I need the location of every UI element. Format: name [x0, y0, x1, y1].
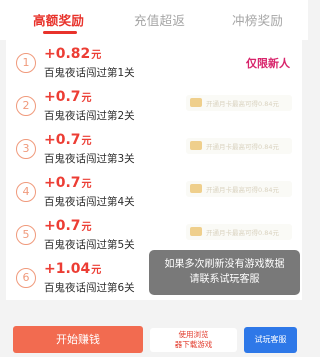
- toast-line-2: 请联系试玩客服: [189, 274, 260, 285]
- tab-bar: 高额奖励 充值超返 冲榜奖励: [0, 0, 308, 40]
- reward-description: 百鬼夜话闯过第3关: [44, 153, 135, 165]
- reward-description: 百鬼夜话闯过第6关: [44, 282, 135, 294]
- step-number: 3: [16, 139, 36, 159]
- monthly-card-hint[interactable]: 开通月卡最高可得0.84元: [186, 138, 292, 154]
- reward-amount-value: +1.04: [44, 261, 91, 277]
- reward-amount: +0.82元: [44, 46, 101, 62]
- tab-ranking-reward[interactable]: 冲榜奖励: [232, 10, 283, 29]
- step-number: 1: [16, 53, 36, 73]
- monthly-card-hint[interactable]: 开通月卡最高可得0.84元: [186, 95, 292, 111]
- monthly-card-hint-text: 开通月卡最高可得0.84元: [206, 143, 279, 151]
- monthly-card-hint[interactable]: 开通月卡最高可得0.84元: [186, 181, 292, 197]
- reward-amount-value: +0.7: [44, 89, 81, 105]
- reward-amount: +0.7元: [44, 218, 92, 234]
- browser-download-button[interactable]: 使用浏览 器下载游戏: [150, 328, 237, 352]
- reward-amount: +0.7元: [44, 89, 92, 105]
- reward-amount-unit: 元: [91, 50, 102, 61]
- start-earning-button[interactable]: 开始赚钱: [13, 326, 143, 353]
- tab-high-reward[interactable]: 高额奖励: [33, 10, 84, 29]
- gamepad-icon: [190, 98, 202, 107]
- reward-description: 百鬼夜话闯过第4关: [44, 196, 135, 208]
- gamepad-icon: [190, 227, 202, 236]
- reward-description: 百鬼夜话闯过第1关: [44, 67, 135, 79]
- reward-amount-unit: 元: [81, 136, 92, 147]
- toast-line-1: 如果多次刷新没有游戏数据: [164, 259, 285, 270]
- reward-amount-unit: 元: [81, 222, 92, 233]
- gamepad-icon: [190, 184, 202, 193]
- reward-amount-value: +0.82: [44, 46, 91, 62]
- step-number: 4: [16, 182, 36, 202]
- monthly-card-hint[interactable]: 开通月卡最高可得0.84元: [186, 224, 292, 240]
- reward-amount-value: +0.7: [44, 175, 81, 191]
- reward-amount-unit: 元: [81, 93, 92, 104]
- monthly-card-hint-text: 开通月卡最高可得0.84元: [206, 186, 279, 194]
- reward-amount-value: +0.7: [44, 132, 81, 148]
- monthly-card-hint-text: 开通月卡最高可得0.84元: [206, 229, 279, 237]
- reward-description: 百鬼夜话闯过第2关: [44, 110, 135, 122]
- monthly-card-hint-text: 开通月卡最高可得0.84元: [206, 100, 279, 108]
- reward-amount-unit: 元: [91, 265, 102, 276]
- reward-description: 百鬼夜话闯过第5关: [44, 239, 135, 251]
- trial-service-button[interactable]: 试玩客服: [244, 327, 297, 353]
- step-number: 5: [16, 225, 36, 245]
- browser-download-line-2: 器下载游戏: [174, 340, 213, 349]
- browser-download-line-1: 使用浏览: [178, 330, 209, 339]
- step-number: 2: [16, 96, 36, 116]
- reward-amount-unit: 元: [81, 179, 92, 190]
- gamepad-icon: [190, 141, 202, 150]
- reward-amount: +0.7元: [44, 132, 92, 148]
- reward-amount: +0.7元: [44, 175, 92, 191]
- reward-amount-value: +0.7: [44, 218, 81, 234]
- bottom-action-bar: 开始赚钱 使用浏览 器下载游戏 试玩客服: [0, 300, 308, 357]
- refresh-hint-toast: 如果多次刷新没有游戏数据 请联系试玩客服: [149, 250, 300, 295]
- active-tab-indicator: [43, 31, 77, 34]
- reward-amount: +1.04元: [44, 261, 101, 277]
- tab-recharge-return[interactable]: 充值超返: [134, 10, 185, 29]
- step-number: 6: [16, 268, 36, 288]
- newcomer-only-badge: 仅限新人: [246, 57, 290, 70]
